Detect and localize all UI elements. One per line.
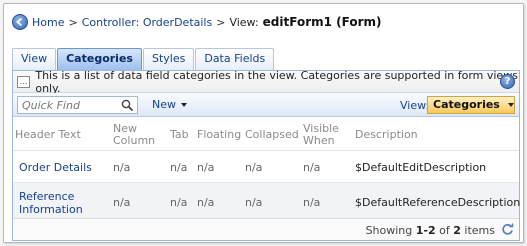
- collapsed-cell: n/a: [245, 161, 263, 174]
- header-text-link[interactable]: Reference Information: [19, 190, 83, 216]
- toolbar: Quick Find New View: Categories: [13, 93, 519, 117]
- column-header-description[interactable]: Description: [355, 129, 418, 141]
- view-selector-label: View:: [400, 99, 430, 112]
- breadcrumb-separator: >: [216, 15, 226, 29]
- floating-cell: n/a: [197, 161, 215, 174]
- view-selector-value: Categories: [433, 98, 500, 111]
- view-selector[interactable]: Categories: [427, 96, 515, 114]
- tab-strip: View Categories Styles Data Fields: [12, 48, 275, 70]
- description-text: This is a list of data field categories …: [35, 68, 518, 95]
- dropdown-arrow-icon: [181, 103, 187, 107]
- description-cell: $DefaultReferenceDescription: [355, 196, 521, 209]
- column-header-floating[interactable]: Floating: [197, 129, 241, 141]
- table-row[interactable]: Order Details n/a n/a n/a n/a n/a $Defau…: [13, 151, 519, 182]
- description-cell: $DefaultEditDescription: [355, 161, 487, 174]
- refresh-icon[interactable]: [500, 222, 515, 237]
- back-arrow-icon[interactable]: [12, 14, 28, 30]
- visible-when-cell: n/a: [303, 196, 321, 209]
- breadcrumb-view-prefix: View:: [229, 15, 259, 29]
- tab-categories[interactable]: Categories: [57, 48, 142, 70]
- new-button[interactable]: New: [152, 98, 187, 111]
- breadcrumb-controller-link[interactable]: Controller: OrderDetails: [82, 16, 213, 29]
- column-header-tab[interactable]: Tab: [170, 129, 189, 141]
- description-bar: … This is a list of data field categorie…: [13, 68, 519, 95]
- grid-header: Header Text New Column Tab Floating Coll…: [13, 117, 519, 151]
- tab-styles[interactable]: Styles: [142, 48, 195, 70]
- visible-when-cell: n/a: [303, 161, 321, 174]
- dropdown-arrow-icon: [507, 103, 514, 107]
- column-header-collapsed[interactable]: Collapsed: [245, 129, 299, 141]
- tab-cell: n/a: [170, 196, 188, 209]
- note-icon: …: [17, 75, 31, 88]
- column-header-header-text[interactable]: Header Text: [15, 129, 81, 141]
- categories-panel: … This is a list of data field categorie…: [12, 68, 521, 241]
- new-button-label: New: [152, 98, 176, 111]
- header-text-link[interactable]: Order Details: [19, 161, 92, 174]
- designer-window: Home > Controller: OrderDetails > View: …: [3, 3, 524, 243]
- new-column-cell: n/a: [113, 161, 131, 174]
- tab-data-fields[interactable]: Data Fields: [195, 48, 275, 70]
- quick-find-input[interactable]: Quick Find: [17, 96, 138, 114]
- tab-cell: n/a: [170, 161, 188, 174]
- breadcrumb: Home > Controller: OrderDetails > View: …: [12, 13, 381, 31]
- table-row[interactable]: Reference Information n/a n/a n/a n/a n/…: [13, 182, 521, 222]
- breadcrumb-current: editForm1 (Form): [262, 15, 382, 29]
- help-icon[interactable]: ?: [500, 74, 515, 89]
- new-column-cell: n/a: [113, 196, 131, 209]
- pager-info: Showing 1-2 of 2 items: [365, 224, 495, 237]
- column-header-visible-when[interactable]: Visible When: [303, 123, 339, 147]
- collapsed-cell: n/a: [245, 196, 263, 209]
- quick-find-placeholder: Quick Find: [22, 99, 80, 112]
- pager: Showing 1-2 of 2 items: [13, 218, 519, 240]
- breadcrumb-home-link[interactable]: Home: [32, 16, 64, 29]
- search-icon[interactable]: [121, 99, 134, 112]
- tab-view[interactable]: View: [12, 48, 57, 70]
- breadcrumb-separator: >: [68, 15, 78, 29]
- column-header-new-column[interactable]: New Column: [113, 123, 155, 147]
- floating-cell: n/a: [197, 196, 215, 209]
